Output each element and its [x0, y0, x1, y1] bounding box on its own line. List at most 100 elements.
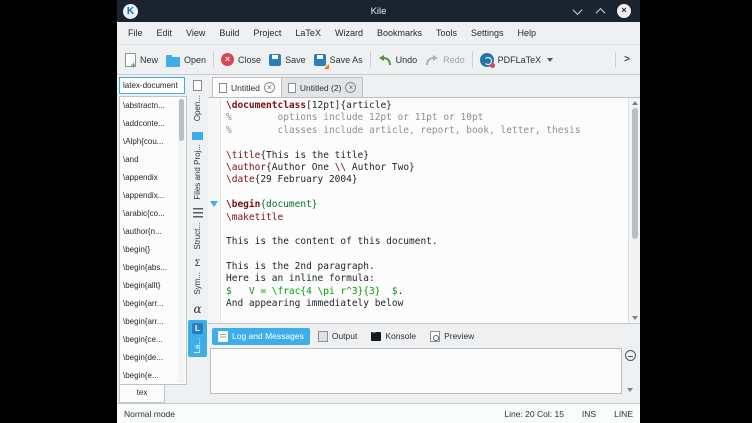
- sidebar-tab-structure[interactable]: Struct...: [188, 205, 207, 253]
- status-insert-mode[interactable]: INS: [582, 409, 596, 419]
- sidebar-tab-files-projects[interactable]: Files and Proj...: [188, 126, 207, 203]
- bottom-tab-output[interactable]: Output: [312, 328, 364, 345]
- command-list-item[interactable]: \author{n...: [120, 223, 186, 241]
- command-list-item[interactable]: \addconte...: [120, 115, 186, 133]
- command-list-item[interactable]: \arabic{co...: [120, 205, 186, 223]
- command-list-item[interactable]: \and: [120, 151, 186, 169]
- bottom-tab-label: Log and Messages: [232, 331, 304, 341]
- command-list-item[interactable]: \begin{ce...: [120, 331, 186, 349]
- code-line: This is the 2nd paragraph.: [226, 261, 628, 273]
- toolbar-overflow-button[interactable]: >: [615, 52, 636, 67]
- command-list-item[interactable]: \Alph{cou...: [120, 133, 186, 151]
- sidebar-tab-alpha[interactable]: α: [188, 300, 207, 318]
- menu-item-bookmarks[interactable]: Bookmarks: [370, 25, 429, 41]
- command-list-item[interactable]: \begin{abs...: [120, 259, 186, 277]
- command-list-item[interactable]: \begin{arr...: [120, 313, 186, 331]
- sidebar-tab-label: Files and Proj...: [194, 144, 202, 200]
- command-list-item[interactable]: \begin{arr...: [120, 295, 186, 313]
- command-list-item[interactable]: \begin{}: [120, 241, 186, 259]
- redo-icon: [425, 54, 439, 66]
- sidebar-tab-latex-commands[interactable]: La...: [188, 320, 207, 357]
- command-list-item[interactable]: \begin{allt}: [120, 277, 186, 295]
- close-document-button[interactable]: × Close: [217, 50, 265, 69]
- bottom-tab-konsole[interactable]: Konsole: [365, 328, 422, 344]
- editor-tab-2[interactable]: Untitled (2)×: [281, 77, 364, 97]
- command-list-item[interactable]: \appendix...: [120, 187, 186, 205]
- menu-item-wizard[interactable]: Wizard: [328, 25, 370, 41]
- close-window-button[interactable]: ×: [617, 4, 631, 18]
- fold-arrow-icon[interactable]: [210, 201, 218, 207]
- status-cursor-position[interactable]: Line: 20 Col: 15: [504, 409, 564, 419]
- code-area[interactable]: \documentclass[12pt]{article}% options i…: [221, 98, 628, 323]
- command-list-item[interactable]: \appendix: [120, 169, 186, 187]
- code-line: % options include 12pt or 11pt or 10pt: [226, 112, 628, 124]
- command-list-item[interactable]: \begin{e...: [120, 367, 186, 385]
- close-button-label: Close: [238, 55, 261, 65]
- scroll-up-icon[interactable]: [632, 101, 638, 105]
- new-button-label: New: [140, 55, 158, 65]
- toolbar-separator: [370, 51, 371, 68]
- code-line: And appearing immediately below: [226, 298, 628, 310]
- log-icon: [218, 331, 228, 342]
- scroll-down-icon[interactable]: [632, 316, 638, 320]
- close-red-icon: ×: [221, 53, 234, 66]
- konsole-icon: [371, 332, 381, 341]
- open-button[interactable]: Open: [162, 50, 210, 70]
- menu-item-view[interactable]: View: [179, 25, 212, 41]
- undo-button[interactable]: Undo: [374, 51, 422, 69]
- menu-item-latex[interactable]: LaTeX: [288, 25, 328, 41]
- tab-close-icon[interactable]: ×: [345, 82, 356, 93]
- menu-item-settings[interactable]: Settings: [464, 25, 511, 41]
- minimize-button[interactable]: [571, 5, 583, 17]
- save-as-button[interactable]: Save As: [310, 51, 367, 69]
- editor: \documentclass[12pt]{article}% options i…: [208, 98, 640, 324]
- editor-tab-label: Untitled (2): [300, 83, 342, 93]
- bottom-tab-label: Output: [332, 331, 358, 341]
- preview-icon: [430, 331, 440, 342]
- menu-item-help[interactable]: Help: [511, 25, 544, 41]
- menu-item-build[interactable]: Build: [212, 25, 246, 41]
- chevron-down-icon: [547, 58, 553, 62]
- command-list-item[interactable]: \begin{de...: [120, 349, 186, 367]
- code-line: Here is an inline formula:: [226, 273, 628, 285]
- command-list-item[interactable]: \abstractn...: [120, 97, 186, 115]
- code-line: [226, 137, 628, 149]
- scrollbar-handle[interactable]: [632, 108, 638, 239]
- undo-icon: [378, 54, 392, 66]
- code-line: $ V = \frac{4 \pi r^3}{3} $.: [226, 286, 628, 298]
- code-line: \documentclass[12pt]{article}: [226, 100, 628, 112]
- tab-close-icon[interactable]: ×: [264, 82, 275, 93]
- save-icon: [269, 54, 281, 66]
- build-command-button[interactable]: PDFLaTeX: [476, 50, 558, 70]
- new-button[interactable]: New: [121, 50, 162, 70]
- scrollbar-handle[interactable]: [179, 99, 184, 141]
- bottom-tab-log-and-messages[interactable]: Log and Messages: [212, 328, 310, 345]
- bottom-panel-controls: [622, 348, 638, 394]
- editor-tab-1[interactable]: Untitled×: [212, 77, 282, 97]
- sidebar-tab-open-documents[interactable]: Open...: [188, 77, 207, 124]
- panel-scroll-down-icon[interactable]: [627, 388, 633, 392]
- latex-commands-icon: [192, 323, 203, 334]
- menu-item-edit[interactable]: Edit: [150, 25, 180, 41]
- save-button[interactable]: Save: [265, 51, 310, 69]
- new-document-icon: [125, 53, 136, 67]
- command-category-input[interactable]: [119, 77, 185, 94]
- command-list-scrollbar[interactable]: [178, 98, 185, 383]
- sidebar-tab-label: Open...: [194, 95, 202, 121]
- status-eol-mode[interactable]: LINE: [614, 409, 633, 419]
- code-line: \begin{document}: [226, 199, 628, 211]
- output-icon: [318, 331, 328, 342]
- redo-button-label: Redo: [443, 55, 465, 65]
- minimize-panel-button[interactable]: [625, 350, 636, 361]
- bottom-tab-preview[interactable]: Preview: [424, 328, 480, 345]
- sidebar-tab-symbols[interactable]: Sym...: [188, 254, 207, 298]
- open-folder-icon: [166, 57, 180, 67]
- redo-button[interactable]: Redo: [421, 51, 469, 69]
- menu-item-project[interactable]: Project: [246, 25, 288, 41]
- maximize-button[interactable]: [594, 5, 606, 17]
- menu-item-tools[interactable]: Tools: [429, 25, 464, 41]
- log-panel[interactable]: [210, 348, 622, 394]
- tex-tab[interactable]: tex: [119, 385, 165, 403]
- menu-item-file[interactable]: File: [121, 25, 150, 41]
- editor-scrollbar[interactable]: [628, 98, 640, 323]
